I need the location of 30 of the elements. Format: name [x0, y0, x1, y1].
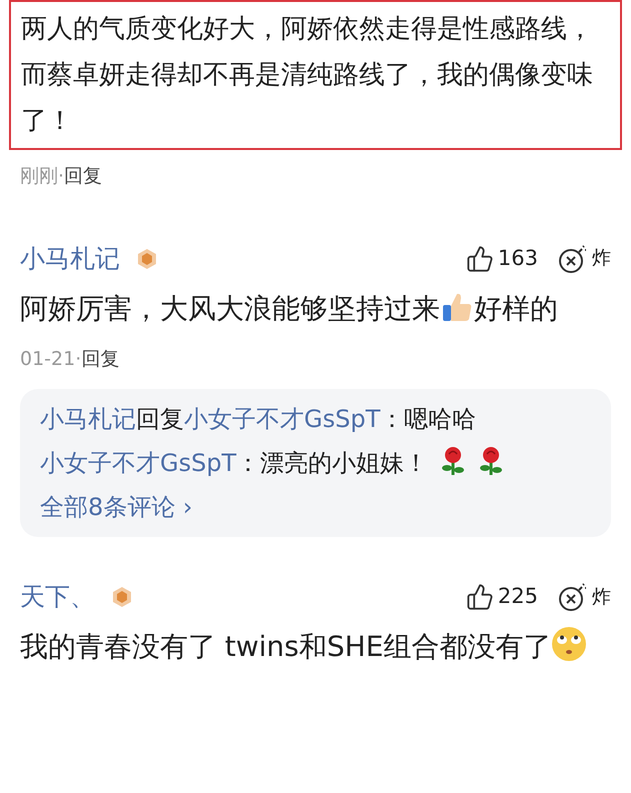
comment-text: 好样的 — [474, 292, 558, 324]
comment-text: ：嗯哈哈 — [380, 405, 476, 433]
like-count: 163 — [498, 244, 538, 272]
like-icon[interactable] — [466, 244, 494, 272]
reply-link[interactable]: 回复 — [64, 162, 102, 190]
username[interactable]: 小马札记 — [20, 240, 120, 278]
bury-label[interactable]: 炸 — [592, 244, 611, 273]
user-link[interactable]: 小女子不才GsSpT — [40, 449, 236, 477]
comment-text: ：漂亮的小姐妹！ — [236, 449, 428, 477]
user-link[interactable]: 小马札记 — [40, 405, 136, 433]
rolling-eyes-emoji-icon — [551, 626, 588, 662]
comment-text: 我的青春没有了 twins和SHE组合都没有了 — [20, 630, 552, 663]
timestamp: 01-21· — [20, 346, 82, 372]
rose-emoji-icon — [440, 446, 466, 476]
username[interactable]: 天下、 — [20, 578, 95, 616]
comment-text: 阿娇厉害，大风大浪能够坚持过来 — [20, 292, 440, 324]
timestamp: 刚刚· — [20, 164, 64, 189]
comment-text: 回复 — [136, 405, 184, 433]
bury-label[interactable]: 炸 — [592, 582, 611, 612]
bomb-icon[interactable] — [558, 582, 588, 612]
comment-text: 两人的气质变化好大，阿娇依然走得是性感路线，而蔡卓妍走得却不再是清纯路线了，我的偶像变味了！ — [21, 13, 594, 138]
level-badge-icon — [111, 586, 133, 608]
like-icon[interactable] — [466, 583, 494, 611]
bomb-icon[interactable] — [558, 244, 588, 274]
like-count: 225 — [498, 583, 538, 610]
level-badge-icon — [136, 248, 158, 270]
reply-link[interactable]: 回复 — [81, 344, 120, 373]
all-comments-link[interactable]: 全部8条评论 › — [40, 493, 193, 521]
rose-emoji-icon — [478, 446, 504, 476]
user-link[interactable]: 小女子不才GsSpT — [184, 405, 380, 433]
